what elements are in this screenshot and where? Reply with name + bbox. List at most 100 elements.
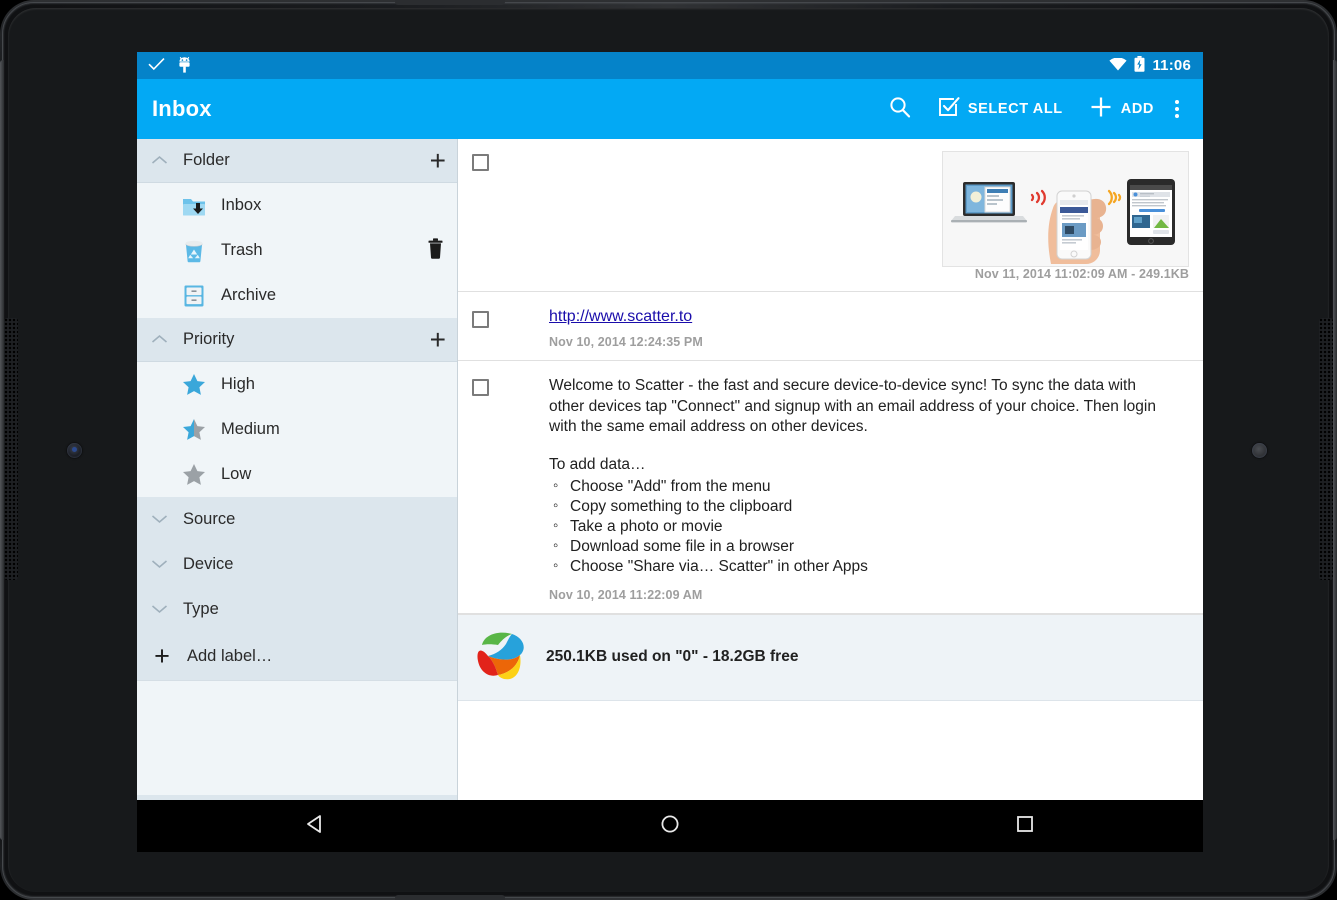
- star-half-icon: [181, 417, 207, 443]
- list-item-bullet: Choose "Add" from the menu: [549, 477, 1189, 497]
- add-button[interactable]: ADD: [1076, 85, 1167, 133]
- add-folder-icon[interactable]: +: [430, 147, 446, 175]
- device-right-rail: [1333, 60, 1337, 840]
- sidebar-item-archive[interactable]: Archive: [137, 273, 458, 318]
- chevron-down-icon: [151, 511, 173, 528]
- item-timestamp: Nov 10, 2014 11:22:09 AM: [549, 588, 1189, 602]
- recents-square-icon: [1014, 813, 1036, 840]
- list-item-bullet: Choose "Share via… Scatter" in other App…: [549, 557, 1189, 577]
- star-gray-icon: [181, 462, 207, 488]
- scatter-logo-icon: [472, 627, 528, 688]
- sidebar-item-label: High: [221, 375, 255, 394]
- sidebar-item-label: Low: [221, 465, 251, 484]
- sidebar-item-label: Medium: [221, 420, 280, 439]
- chevron-down-icon: [151, 556, 173, 573]
- home-circle-icon: [659, 813, 681, 840]
- sidebar-item-label: Inbox: [221, 196, 261, 215]
- back-button[interactable]: [255, 813, 375, 840]
- status-clock: 11:06: [1152, 57, 1191, 74]
- sidebar-priority-items: High Medium: [137, 362, 458, 497]
- select-all-button[interactable]: SELECT ALL: [925, 85, 1076, 133]
- sidebar-group-label: Priority: [183, 330, 234, 349]
- back-triangle-icon: [304, 813, 326, 840]
- list-item[interactable]: Nov 11, 2014 11:02:09 AM - 249.1KB: [458, 139, 1203, 292]
- sidebar-group-priority[interactable]: Priority +: [137, 318, 458, 362]
- item-content: Nov 11, 2014 11:02:09 AM - 249.1KB: [489, 151, 1189, 281]
- page-title: Inbox: [152, 96, 212, 122]
- item-content: http://www.scatter.to Nov 10, 2014 12:24…: [489, 308, 1189, 349]
- tablet-screen: 11:06 Inbox: [137, 52, 1203, 852]
- sidebar-group-device[interactable]: Device: [137, 542, 458, 587]
- device-top-antenna: [395, 0, 505, 5]
- recents-button[interactable]: [965, 813, 1085, 840]
- sidebar-item-label: Archive: [221, 286, 276, 305]
- sidebar-group-label: Source: [183, 510, 235, 529]
- check-icon: [148, 57, 165, 74]
- tablet-device-frame: 11:06 Inbox: [0, 0, 1337, 900]
- main-body: Folder + Inbox: [137, 139, 1203, 852]
- folder-download-icon: [181, 193, 207, 219]
- front-camera-left: [67, 443, 82, 458]
- speaker-grille-left: [4, 318, 18, 580]
- device-bottom-antenna: [395, 895, 505, 900]
- thumbnail-block: Nov 11, 2014 11:02:09 AM - 249.1KB: [549, 151, 1189, 281]
- android-navigation-bar: [137, 800, 1203, 852]
- trash-icon[interactable]: [427, 238, 444, 264]
- sidebar-group-folder[interactable]: Folder +: [137, 139, 458, 183]
- item-link[interactable]: http://www.scatter.to: [549, 308, 1189, 326]
- list-item[interactable]: http://www.scatter.to Nov 10, 2014 12:24…: [458, 292, 1203, 361]
- add-label: ADD: [1121, 101, 1154, 117]
- home-button[interactable]: [610, 813, 730, 840]
- sensor-dot-right: [1252, 443, 1267, 458]
- add-label-text: Add label…: [187, 647, 272, 666]
- add-label-button[interactable]: + Add label…: [137, 632, 458, 680]
- sidebar-group-type[interactable]: Type: [137, 587, 458, 632]
- chevron-up-icon: [151, 331, 173, 348]
- search-button[interactable]: [875, 85, 925, 133]
- more-vertical-icon[interactable]: [1167, 100, 1191, 118]
- recycle-bin-icon: [181, 238, 207, 264]
- wifi-icon: [1109, 58, 1127, 74]
- action-bar: Inbox: [137, 79, 1203, 139]
- plus-icon: [1089, 95, 1113, 124]
- add-priority-icon[interactable]: +: [430, 326, 446, 354]
- item-checkbox[interactable]: [472, 379, 489, 396]
- star-blue-icon: [181, 372, 207, 398]
- checkbox-checked-icon: [938, 96, 960, 123]
- item-checkbox[interactable]: [472, 311, 489, 328]
- item-timestamp: Nov 10, 2014 12:24:35 PM: [549, 335, 1189, 349]
- select-all-label: SELECT ALL: [968, 101, 1063, 117]
- sidebar-item-medium[interactable]: Medium: [137, 407, 458, 452]
- item-list: Nov 11, 2014 11:02:09 AM - 249.1KB http:…: [458, 139, 1203, 852]
- item-paragraph: Welcome to Scatter - the fast and secure…: [549, 376, 1159, 438]
- sidebar-group-source[interactable]: Source: [137, 497, 458, 542]
- sidebar-item-high[interactable]: High: [137, 362, 458, 407]
- sidebar-item-inbox[interactable]: Inbox: [137, 183, 458, 228]
- search-icon: [888, 95, 912, 124]
- file-cabinet-icon: [181, 283, 207, 309]
- item-timestamp: Nov 11, 2014 11:02:09 AM - 249.1KB: [975, 267, 1189, 281]
- list-item[interactable]: Welcome to Scatter - the fast and secure…: [458, 361, 1203, 614]
- sidebar-group-label: Device: [183, 555, 233, 574]
- sidebar-item-label: Trash: [221, 241, 263, 260]
- action-bar-buttons: SELECT ALL ADD: [875, 85, 1191, 133]
- list-item-bullet: Take a photo or movie: [549, 517, 1189, 537]
- chevron-down-icon: [151, 601, 173, 618]
- sidebar-item-trash[interactable]: Trash: [137, 228, 458, 273]
- sync-illustration-image[interactable]: [942, 151, 1189, 267]
- sidebar-folder-items: Inbox Trash: [137, 183, 458, 318]
- speaker-grille-right: [1319, 318, 1333, 580]
- sidebar-group-label: Type: [183, 600, 219, 619]
- list-item-bullet: Copy something to the clipboard: [549, 497, 1189, 517]
- item-subhead: To add data…: [549, 455, 1189, 476]
- chevron-up-icon: [151, 152, 173, 169]
- plus-icon: +: [149, 643, 175, 670]
- item-bullet-list: Choose "Add" from the menu Copy somethin…: [549, 477, 1189, 577]
- storage-status-row[interactable]: 250.1KB used on "0" - 18.2GB free: [458, 614, 1203, 701]
- item-checkbox[interactable]: [472, 154, 489, 171]
- sidebar-empty-area: [137, 680, 458, 795]
- sidebar-group-label: Folder: [183, 151, 230, 170]
- storage-text: 250.1KB used on "0" - 18.2GB free: [546, 647, 798, 668]
- sidebar-item-low[interactable]: Low: [137, 452, 458, 497]
- android-plug-icon: [177, 56, 192, 76]
